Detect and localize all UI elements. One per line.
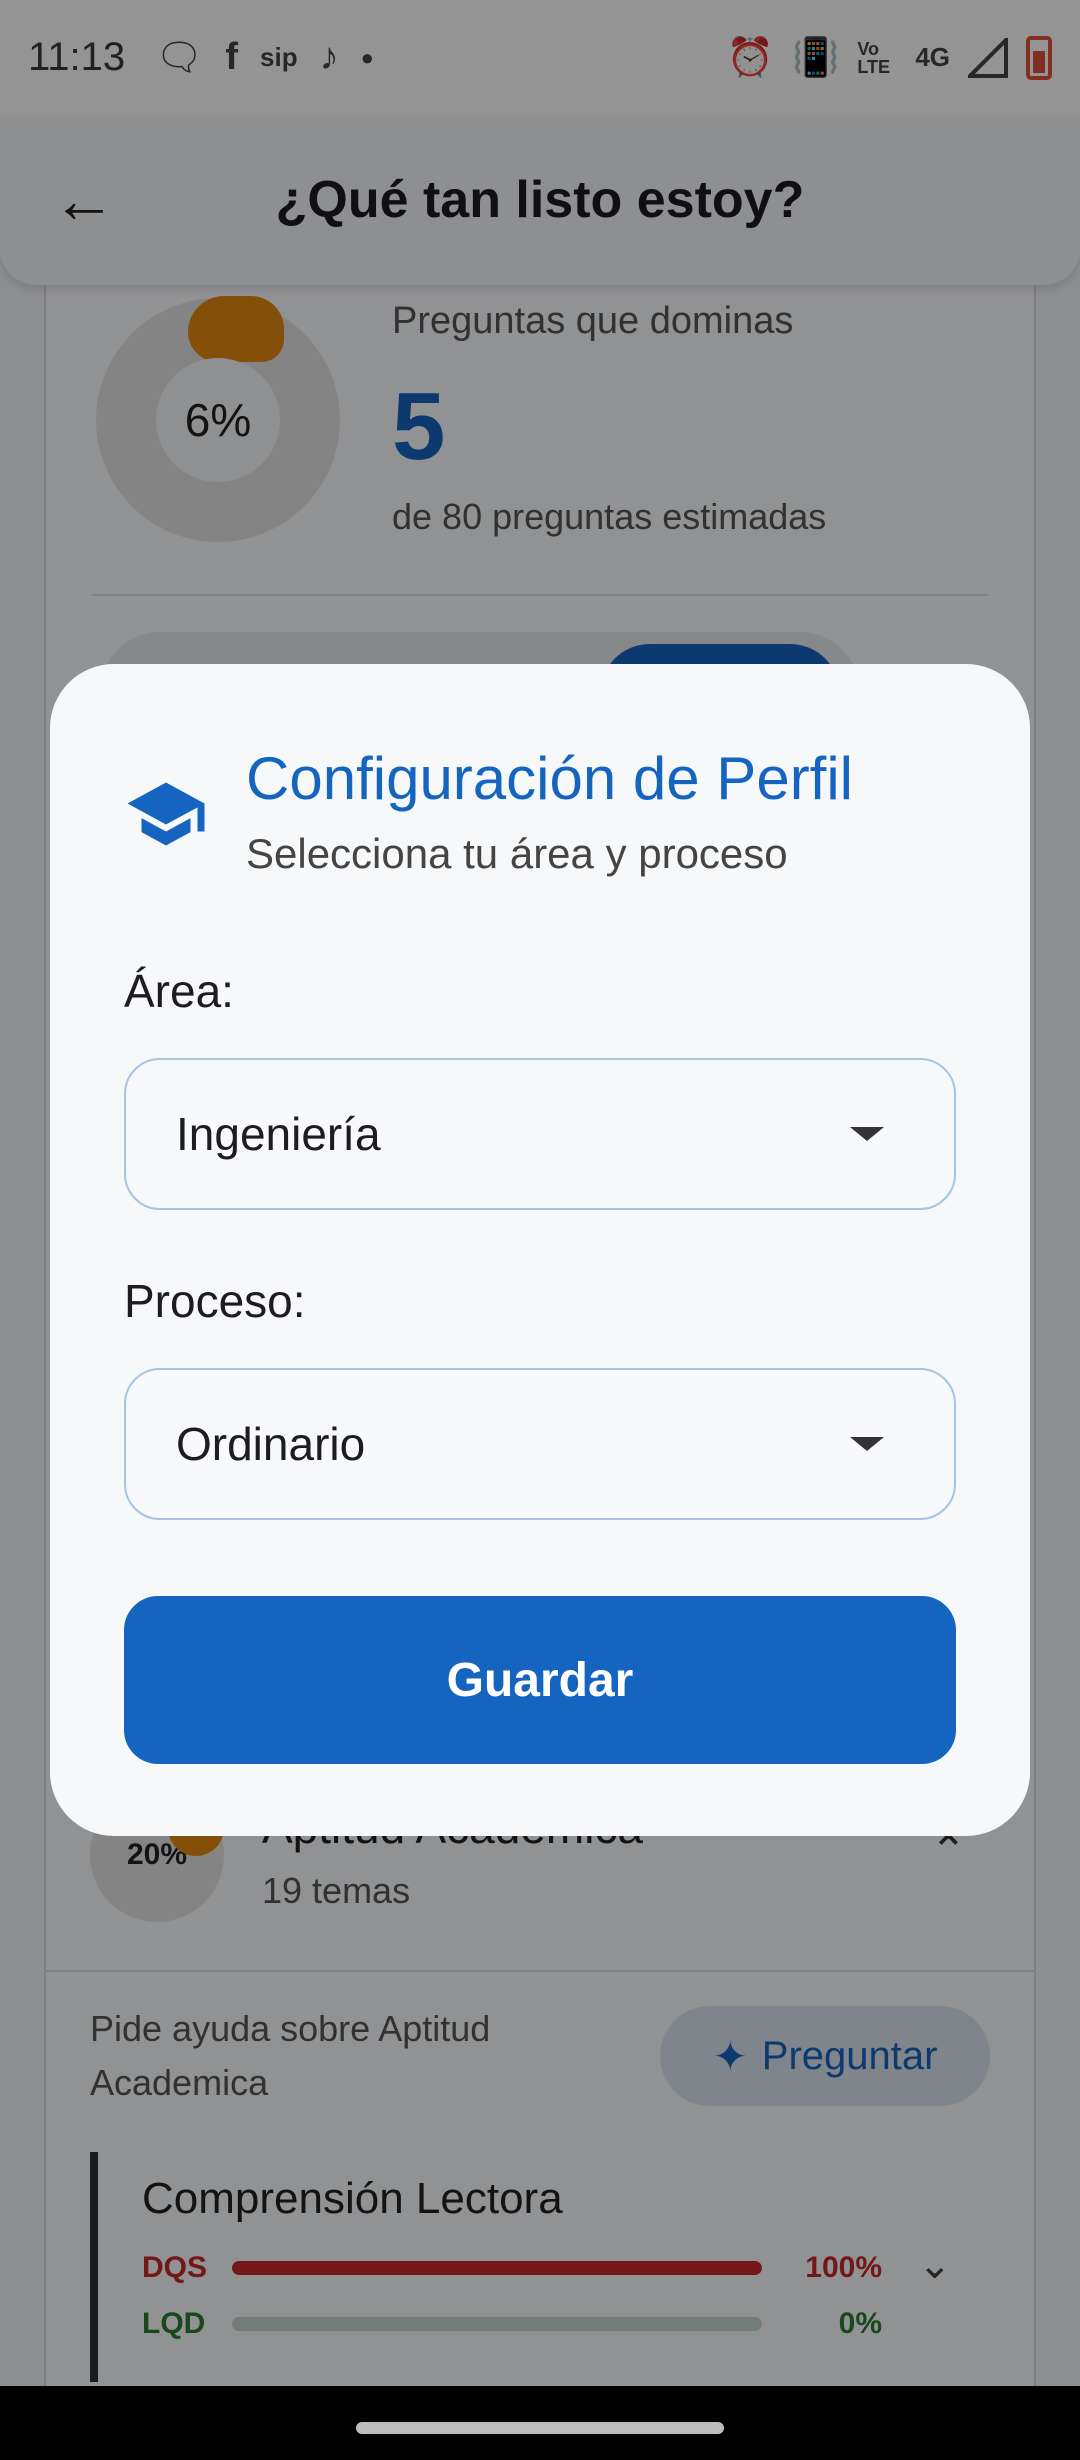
area-label: Área:: [124, 965, 234, 1017]
dropdown-arrow-icon: [850, 1127, 884, 1141]
profile-config-dialog: Configuración de Perfil Selecciona tu ár…: [50, 664, 1030, 1836]
save-button[interactable]: Guardar: [124, 1596, 956, 1764]
home-gesture-handle[interactable]: [356, 2422, 724, 2434]
area-dropdown[interactable]: Ingeniería: [124, 1058, 956, 1210]
dialog-title: Configuración de Perfil: [246, 745, 854, 812]
area-value: Ingeniería: [176, 1108, 381, 1160]
process-label: Proceso:: [124, 1275, 306, 1327]
graduation-cap-icon: [127, 782, 205, 846]
dialog-subtitle: Selecciona tu área y proceso: [246, 830, 788, 877]
process-dropdown[interactable]: Ordinario: [124, 1368, 956, 1520]
process-value: Ordinario: [176, 1418, 366, 1470]
dropdown-arrow-icon: [850, 1437, 884, 1451]
